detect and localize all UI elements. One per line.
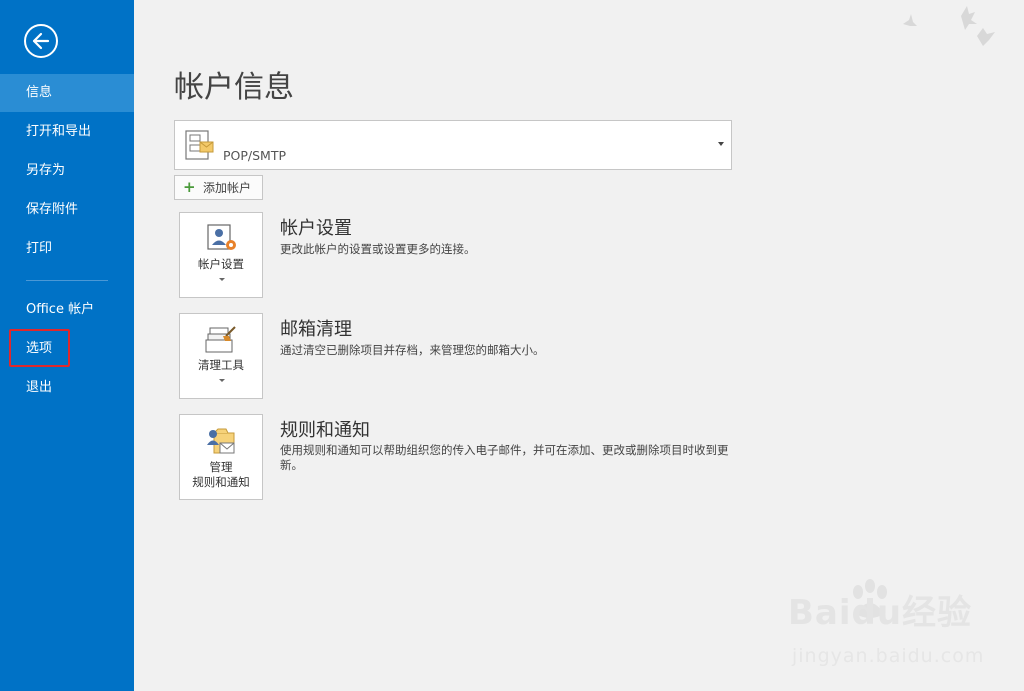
baidu-watermark-url: jingyan.baidu.com: [792, 645, 985, 667]
nav-info[interactable]: 信息: [0, 74, 134, 112]
plus-icon: +: [183, 178, 196, 196]
account-settings-icon: [207, 224, 236, 250]
rules-alerts-desc: 使用规则和通知可以帮助组织您的传入电子邮件，并可在添加、更改或删除项目时收到更新…: [280, 443, 729, 472]
nav-save-attachments[interactable]: 保存附件: [0, 191, 134, 229]
email-account-icon: [185, 130, 214, 160]
back-arrow-icon: [32, 32, 50, 50]
nav-exit[interactable]: 退出: [0, 369, 134, 407]
nav-open-export[interactable]: 打开和导出: [0, 113, 134, 151]
account-settings-tile-label: 帐户设置: [198, 257, 244, 271]
account-settings-tile[interactable]: 帐户设置: [179, 212, 263, 298]
manage-rules-tile-label-1: 管理: [209, 460, 233, 474]
nav-save-as[interactable]: 另存为: [0, 152, 134, 190]
account-type: POP/SMTP: [223, 148, 287, 163]
page-title: 帐户信息: [174, 70, 294, 105]
mailbox-cleanup-desc: 通过清空已删除项目并存档，来管理您的邮箱大小。: [280, 343, 545, 357]
nav-office-account[interactable]: Office 帐户: [0, 291, 134, 329]
manage-rules-tile-label-2: 规则和通知: [192, 475, 250, 489]
cleanup-tools-icon: [205, 326, 236, 353]
backstage-sidebar: 信息 打开和导出 另存为 保存附件 打印 Office 帐户 选项 退出: [0, 0, 134, 691]
back-button[interactable]: [24, 24, 58, 58]
rules-alerts-icon: [207, 428, 235, 454]
add-account-button[interactable]: + 添加帐户: [174, 175, 263, 200]
account-settings-desc: 更改此帐户的设置或设置更多的连接。: [280, 242, 476, 256]
rules-alerts-title: 规则和通知: [280, 420, 370, 441]
nav-print[interactable]: 打印: [0, 230, 134, 268]
account-settings-title: 帐户设置: [280, 218, 352, 239]
options-highlight-box: [9, 329, 70, 367]
cleanup-tools-tile-label: 清理工具: [198, 358, 244, 372]
dropdown-caret-icon: [718, 142, 724, 146]
account-selector[interactable]: POP/SMTP: [174, 120, 732, 170]
birds-decoration-icon: [903, 6, 995, 46]
add-account-label: 添加帐户: [203, 181, 252, 195]
account-settings-caret-icon: [219, 278, 225, 281]
nav-separator: [26, 280, 108, 281]
cleanup-tools-caret-icon: [219, 379, 225, 382]
baidu-watermark: Baidu经验: [788, 593, 973, 633]
mailbox-cleanup-title: 邮箱清理: [280, 319, 352, 340]
manage-rules-tile[interactable]: 管理 规则和通知: [179, 414, 263, 500]
cleanup-tools-tile[interactable]: 清理工具: [179, 313, 263, 399]
